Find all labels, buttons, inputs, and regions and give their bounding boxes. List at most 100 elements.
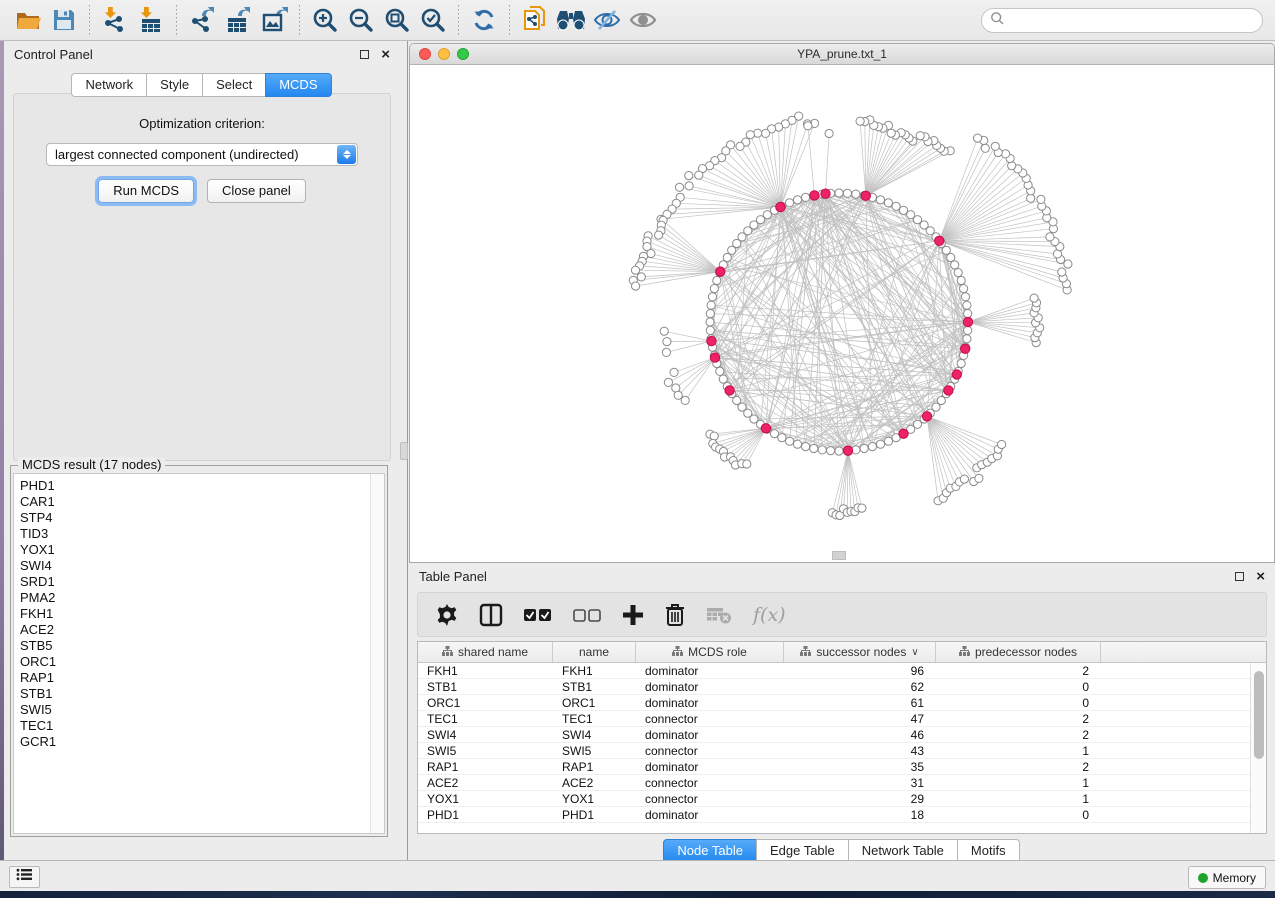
checked-boxes-icon[interactable] [524, 608, 552, 622]
result-node-item[interactable]: SRD1 [14, 574, 384, 590]
result-node-item[interactable]: RAP1 [14, 670, 384, 686]
close-window-icon[interactable] [419, 48, 431, 60]
table-row[interactable]: SWI4SWI4dominator462 [418, 727, 1250, 743]
column-header-predecessor-nodes[interactable]: predecessor nodes [936, 642, 1101, 662]
split-columns-icon[interactable] [479, 603, 503, 627]
import-table-icon[interactable] [133, 4, 169, 36]
hide-eye-icon[interactable] [589, 4, 625, 36]
column-header-name[interactable]: name [553, 642, 636, 662]
result-node-item[interactable]: FKH1 [14, 606, 384, 622]
float-table-panel-icon[interactable] [1235, 572, 1244, 581]
search-input[interactable] [1005, 11, 1262, 31]
cell-successor-nodes: 31 [784, 775, 936, 790]
table-scrollbar[interactable] [1250, 663, 1266, 833]
plus-icon[interactable] [622, 604, 644, 626]
minimize-window-icon[interactable] [438, 48, 450, 60]
result-node-item[interactable]: STB1 [14, 686, 384, 702]
show-eye-icon[interactable] [625, 4, 661, 36]
horizontal-splitter-handle[interactable] [832, 551, 846, 560]
dropdown-stepper-icon [337, 145, 356, 164]
table-row[interactable]: ACE2ACE2connector311 [418, 775, 1250, 791]
criterion-dropdown[interactable]: largest connected component (undirected) [46, 143, 358, 166]
column-header-MCDS-role[interactable]: MCDS role [636, 642, 784, 662]
result-node-item[interactable]: STP4 [14, 510, 384, 526]
float-panel-icon[interactable] [360, 50, 369, 59]
run-mcds-button[interactable]: Run MCDS [98, 179, 194, 203]
cell-MCDS-role: connector [636, 711, 784, 726]
open-file-icon[interactable] [10, 4, 46, 36]
delete-table-icon [706, 606, 732, 624]
export-image-icon[interactable] [256, 4, 292, 36]
cell-name: ORC1 [553, 695, 636, 710]
tab-style[interactable]: Style [146, 73, 203, 97]
vertical-splitter[interactable] [400, 41, 409, 860]
export-network-icon[interactable] [184, 4, 220, 36]
table-panel: Table Panel × f(x) shared namenameMCDS r… [409, 563, 1275, 860]
export-table-icon[interactable] [220, 4, 256, 36]
binoculars-icon[interactable] [553, 4, 589, 36]
result-node-item[interactable]: STB5 [14, 638, 384, 654]
result-node-item[interactable]: SWI5 [14, 702, 384, 718]
import-network-icon[interactable] [97, 4, 133, 36]
task-history-button[interactable] [9, 866, 40, 888]
zoom-fit-icon[interactable] [379, 4, 415, 36]
memory-status-icon [1198, 873, 1208, 883]
cell-shared-name: FKH1 [418, 663, 553, 678]
network-window-title: YPA_prune.txt_1 [797, 47, 887, 61]
save-session-icon[interactable] [46, 4, 82, 36]
close-panel-icon[interactable]: × [381, 47, 390, 62]
table-row[interactable]: PHD1PHD1dominator180 [418, 807, 1250, 823]
table-row[interactable]: ORC1ORC1dominator610 [418, 695, 1250, 711]
cell-MCDS-role: dominator [636, 679, 784, 694]
refresh-icon[interactable] [466, 4, 502, 36]
result-node-item[interactable]: TEC1 [14, 718, 384, 734]
column-header-filler [1101, 642, 1266, 662]
table-scrollbar-thumb[interactable] [1254, 671, 1264, 759]
table-row[interactable]: SWI5SWI5connector431 [418, 743, 1250, 759]
result-node-item[interactable]: TID3 [14, 526, 384, 542]
close-panel-button[interactable]: Close panel [207, 179, 306, 203]
cell-successor-nodes: 62 [784, 679, 936, 694]
table-row[interactable]: YOX1YOX1connector291 [418, 791, 1250, 807]
vertical-splitter-handle[interactable] [400, 442, 408, 460]
mcds-result-list[interactable]: PHD1CAR1STP4TID3YOX1SWI4SRD1PMA2FKH1ACE2… [13, 473, 385, 834]
network-canvas[interactable] [410, 65, 1274, 563]
zoom-selected-icon[interactable] [415, 4, 451, 36]
gear-icon[interactable] [436, 604, 458, 626]
cell-name: SWI4 [553, 727, 636, 742]
toolbar-separator [176, 5, 177, 35]
result-node-item[interactable]: ORC1 [14, 654, 384, 670]
optimization-criterion-label: Optimization criterion: [14, 116, 390, 131]
sort-descending-icon: ∨ [911, 647, 918, 658]
result-node-item[interactable]: SWI4 [14, 558, 384, 574]
result-node-item[interactable]: GCR1 [14, 734, 384, 750]
table-row[interactable]: TEC1TEC1connector472 [418, 711, 1250, 727]
table-row[interactable]: RAP1RAP1dominator352 [418, 759, 1250, 775]
trash-icon[interactable] [665, 603, 685, 627]
zoom-in-icon[interactable] [307, 4, 343, 36]
tab-select[interactable]: Select [202, 73, 266, 97]
result-node-item[interactable]: ACE2 [14, 622, 384, 638]
cell-predecessor-nodes: 1 [936, 791, 1101, 806]
unchecked-boxes-icon[interactable] [573, 608, 601, 622]
result-node-item[interactable]: PHD1 [14, 478, 384, 494]
cell-name: TEC1 [553, 711, 636, 726]
maximize-window-icon[interactable] [457, 48, 469, 60]
result-node-item[interactable]: PMA2 [14, 590, 384, 606]
cell-name: RAP1 [553, 759, 636, 774]
result-node-item[interactable]: CAR1 [14, 494, 384, 510]
table-row[interactable]: FKH1FKH1dominator962 [418, 663, 1250, 679]
tab-mcds[interactable]: MCDS [265, 73, 331, 97]
result-node-item[interactable]: YOX1 [14, 542, 384, 558]
result-list-scrollbar[interactable] [370, 474, 384, 833]
column-header-successor-nodes[interactable]: successor nodes∨ [784, 642, 936, 662]
tab-network[interactable]: Network [71, 73, 147, 97]
close-table-panel-icon[interactable]: × [1256, 569, 1265, 584]
network-document-icon[interactable] [517, 4, 553, 36]
zoom-out-icon[interactable] [343, 4, 379, 36]
column-header-shared-name[interactable]: shared name [418, 642, 553, 662]
table-row[interactable]: STB1STB1dominator620 [418, 679, 1250, 695]
network-window-titlebar[interactable]: YPA_prune.txt_1 [410, 44, 1274, 65]
search-box[interactable] [981, 8, 1263, 33]
memory-button[interactable]: Memory [1188, 866, 1266, 889]
